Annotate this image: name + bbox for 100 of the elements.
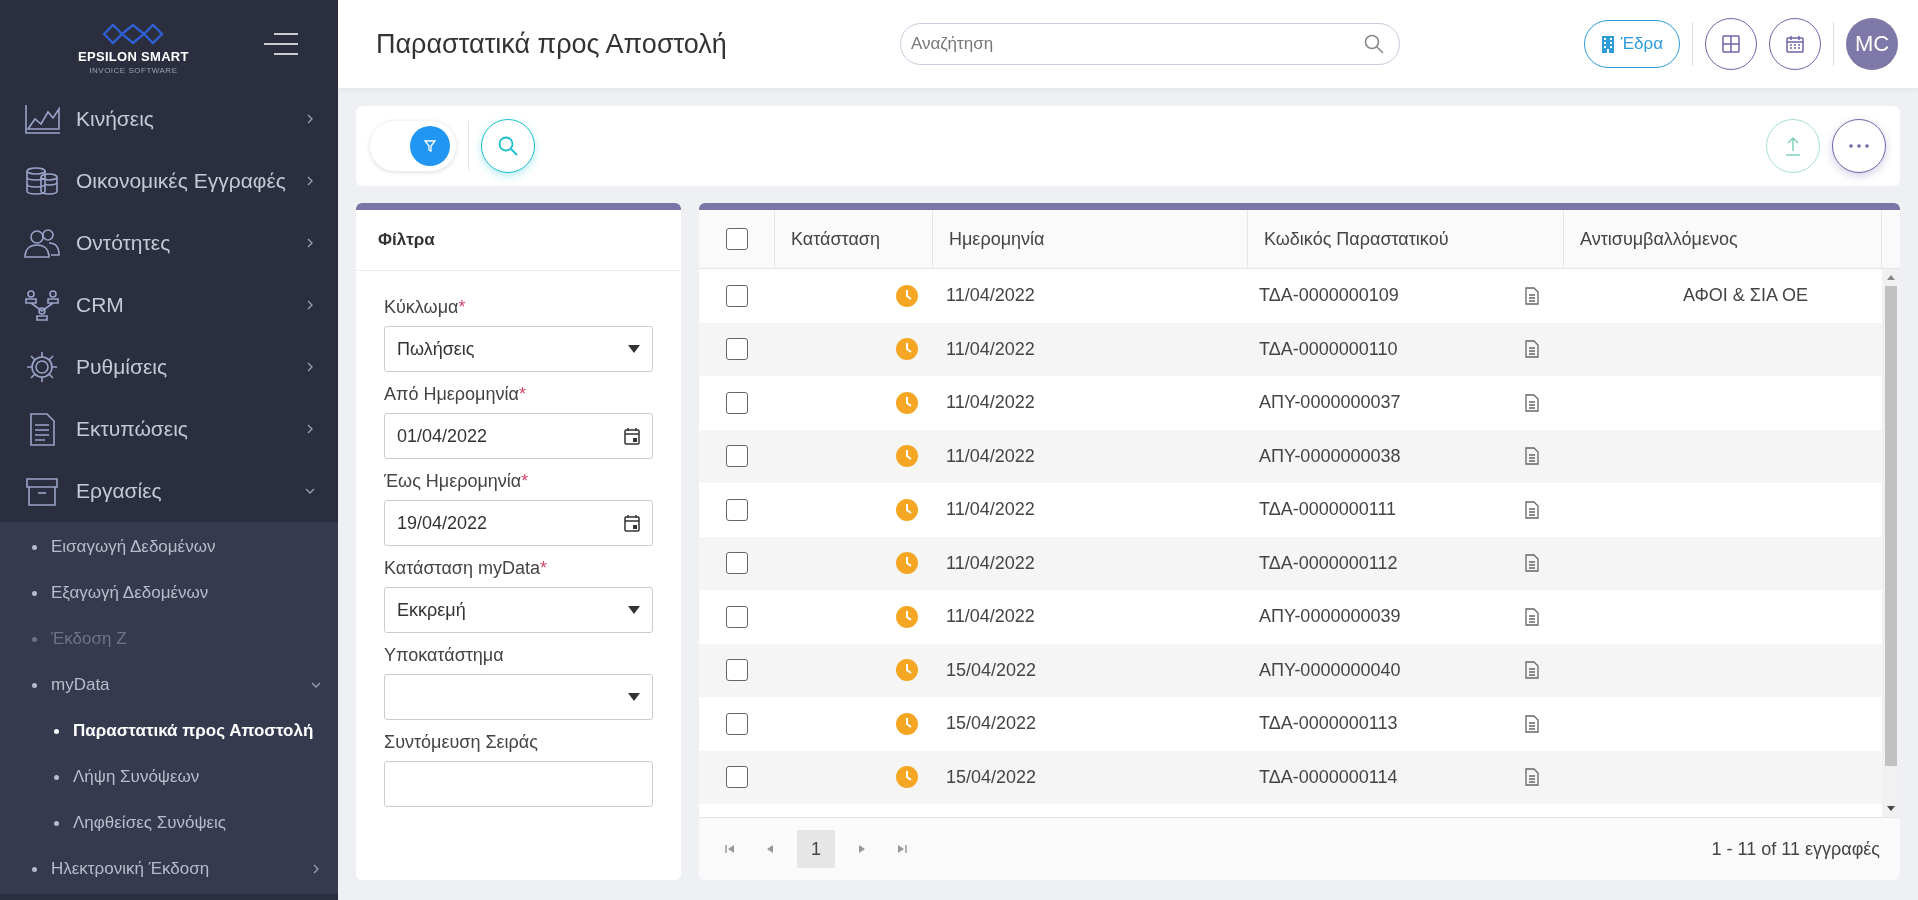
grid-icon <box>1722 35 1740 53</box>
network-icon <box>22 287 62 323</box>
table-cell: ΤΔΑ-0000000110 <box>1259 338 1398 360</box>
document-icon <box>1525 340 1539 359</box>
clock-icon <box>896 338 918 361</box>
table-cell-text: 11/04/2022 <box>945 552 1036 574</box>
document-icon <box>1525 768 1539 787</box>
table-cell-text: 15/04/2022 <box>945 766 1038 788</box>
filter-icon <box>424 140 436 152</box>
search-icon <box>498 136 518 156</box>
document-icon <box>1525 393 1539 412</box>
more-button[interactable] <box>1832 119 1886 173</box>
field-label: Από Ημερομηνία* <box>384 384 527 405</box>
checkbox[interactable] <box>725 766 748 789</box>
clock-icon <box>896 605 918 628</box>
previous-page-icon <box>765 844 775 854</box>
document-icon <box>1525 554 1539 573</box>
logo-subtitle: INVOICE SOFTWARE <box>89 66 178 75</box>
dropdown-caret-icon <box>628 345 640 353</box>
clock-icon <box>896 498 918 521</box>
clock-icon <box>896 766 918 789</box>
table-cell-text: 15/04/2022 <box>945 713 1038 735</box>
submenu-item[interactable]: Εισαγωγή Δεδομένων <box>0 524 338 570</box>
date-field[interactable]: 19/04/2022 <box>384 500 653 546</box>
select-field[interactable]: Εκκρεμή <box>384 587 653 633</box>
filter-toggle[interactable] <box>370 121 456 171</box>
calendar-icon <box>624 514 640 532</box>
select-field[interactable] <box>384 674 653 720</box>
checkbox[interactable] <box>725 284 748 307</box>
submenu-item[interactable]: myData <box>0 662 338 708</box>
date-field[interactable]: 01/04/2022 <box>384 413 653 459</box>
clock-icon <box>896 445 918 468</box>
table-cell: ΤΔΑ-0000000111 <box>1259 499 1397 521</box>
calendar-button[interactable] <box>1769 18 1821 70</box>
clock-icon <box>896 391 918 414</box>
field-label: Κύκλωμα* <box>384 297 467 318</box>
page-title: Παραστατικά προς Αποστολή <box>376 28 728 60</box>
document-icon <box>1525 607 1539 626</box>
table-cell: ΤΔΑ-0000000113 <box>1259 713 1398 735</box>
table-cell-text: 11/04/2022 <box>945 499 1036 521</box>
nav-item[interactable]: Εκτυπώσεις <box>0 398 338 460</box>
table-cell: ΑΠΥ-0000000038 <box>1259 445 1401 467</box>
submenu-item[interactable]: Εξαγωγή Δεδομένων <box>0 570 338 616</box>
document-icon <box>1525 286 1539 305</box>
upload-icon <box>1785 136 1801 156</box>
field-label: Έως Ημερομηνία* <box>384 471 530 492</box>
submenu-item[interactable]: Ληφθείσες Συνόψεις <box>0 800 338 846</box>
checkbox[interactable] <box>725 498 748 521</box>
table-cell: ΑΦΟΙ & ΣΙΑ ΟΕ <box>1683 285 1808 306</box>
input-field[interactable] <box>384 761 653 807</box>
field-label: Συντόμευση Σειράς <box>384 732 539 753</box>
nav-item[interactable]: Εργασίες <box>0 460 338 522</box>
table-cell-text: 11/04/2022 <box>945 392 1036 414</box>
search-field[interactable]: Αναζήτηση <box>900 23 1400 65</box>
checkbox[interactable] <box>725 338 748 361</box>
checkbox[interactable] <box>725 712 748 735</box>
checkbox[interactable] <box>725 391 748 414</box>
scroll-up-icon <box>1887 275 1895 280</box>
field-label: Υποκατάστημα <box>384 645 505 666</box>
table-cell-text: 11/04/2022 <box>945 606 1036 628</box>
table-cell: ΑΠΥ-0000000040 <box>1259 659 1401 681</box>
clock-icon <box>896 659 918 682</box>
column-header[interactable]: Αντισυμβαλλόμενος <box>1563 210 1882 268</box>
checkbox[interactable] <box>725 445 748 468</box>
dropdown-caret-icon <box>628 693 640 701</box>
table-cell: ΤΔΑ-0000000109 <box>1259 285 1399 307</box>
checkbox[interactable] <box>725 552 748 575</box>
select-field[interactable]: Πωλήσεις <box>384 326 653 372</box>
building-icon <box>1600 35 1615 53</box>
layout-button[interactable] <box>1705 18 1757 70</box>
column-header[interactable]: Ημερομηνία <box>932 210 1247 268</box>
nav-item[interactable]: Ρυθμίσεις <box>0 336 338 398</box>
submenu-item[interactable]: Ηλεκτρονική Έκδοση <box>0 846 338 892</box>
nav-item[interactable]: Οντότητες <box>0 212 338 274</box>
calendar-icon <box>624 427 640 445</box>
table-cell-text: 11/04/2022 <box>945 338 1036 360</box>
panel-title: Φίλτρα <box>356 210 681 271</box>
table-cell-text: 11/04/2022 <box>945 445 1036 467</box>
page-button[interactable]: 1 <box>797 830 835 868</box>
submenu-item[interactable]: Παραστατικά προς Αποστολή <box>0 708 338 754</box>
nav-item[interactable]: CRM <box>0 274 338 336</box>
pagination-info: 1 - 11 of 11 εγγραφές <box>1711 838 1880 860</box>
first-page-icon <box>725 844 735 854</box>
checkbox[interactable] <box>725 659 748 682</box>
dropdown-caret-icon <box>628 606 640 614</box>
user-avatar[interactable]: MC <box>1846 18 1898 70</box>
submenu-item[interactable]: Λήψη Συνόψεων <box>0 754 338 800</box>
checkbox[interactable] <box>725 228 748 250</box>
column-header[interactable]: Κατάσταση <box>774 210 932 268</box>
more-icon <box>1849 144 1869 148</box>
document-icon <box>1525 500 1539 519</box>
clock-icon <box>896 712 918 735</box>
checkbox[interactable] <box>725 605 748 628</box>
search-button[interactable] <box>481 119 535 173</box>
nav-item[interactable]: Κινήσεις <box>0 88 338 150</box>
table-cell: ΑΠΥ-0000000039 <box>1259 606 1401 628</box>
menu-button[interactable] <box>264 33 298 55</box>
column-header[interactable]: Κωδικός Παραστατικού <box>1247 210 1563 268</box>
nav-item[interactable]: Οικονομικές Εγγραφές <box>0 150 338 212</box>
scrollbar[interactable] <box>1882 269 1900 817</box>
